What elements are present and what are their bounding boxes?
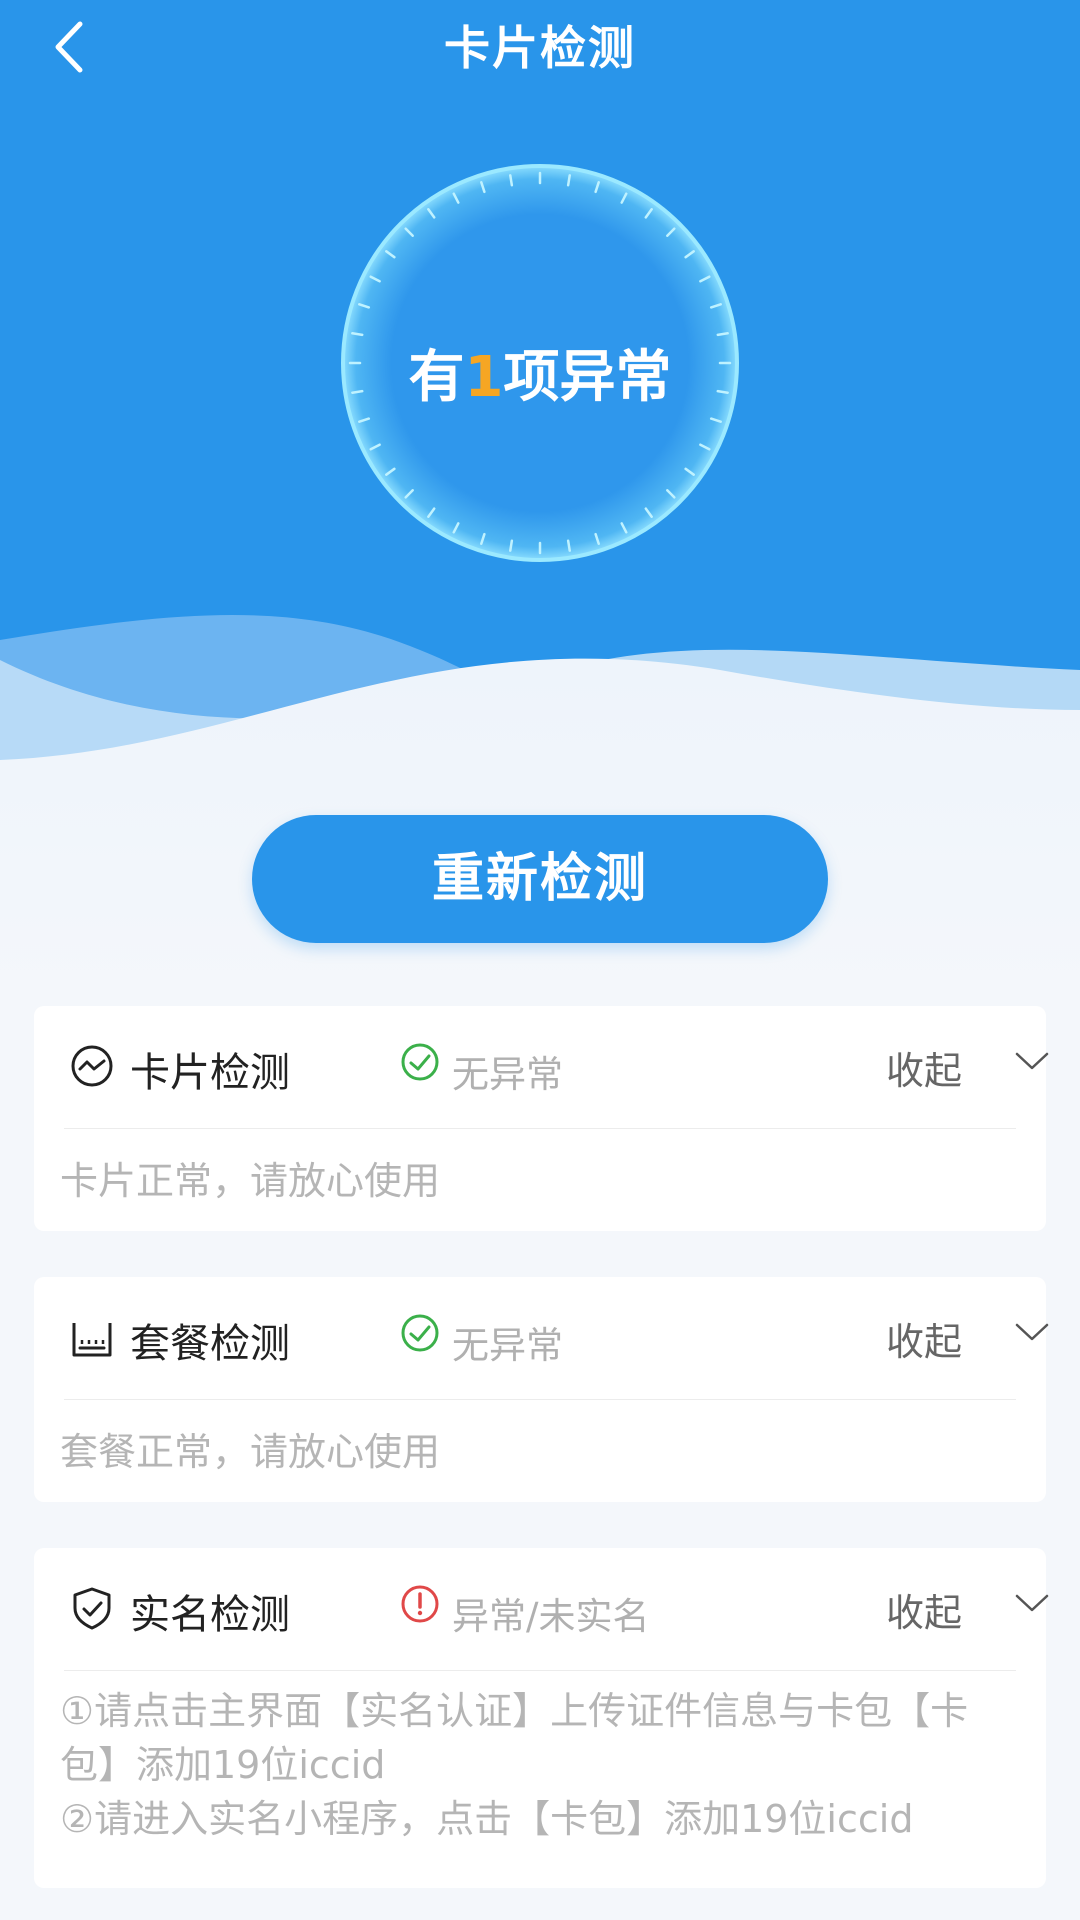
package-icon bbox=[72, 1323, 112, 1357]
card-title: 实名检测 bbox=[130, 1592, 290, 1638]
description-line: ②请进入实名小程序，点击【卡包】添加19位iccid bbox=[60, 1797, 914, 1841]
card-chip-icon bbox=[71, 1045, 113, 1087]
status-text: 无异常 bbox=[452, 1053, 563, 1096]
package-check-panel: 套餐检测 无异常 收起 套餐正常，请放心使用 bbox=[34, 1277, 1049, 1502]
description-line: ①请点击主界面【实名认证】上传证件信息与卡包【卡 bbox=[60, 1689, 969, 1733]
description-line: 包】添加19位iccid bbox=[60, 1743, 386, 1787]
status-text: 异常/未实名 bbox=[452, 1595, 650, 1638]
card-description: 卡片正常，请放心使用 bbox=[60, 1154, 1030, 1208]
card-description: 套餐正常，请放心使用 bbox=[60, 1425, 1030, 1479]
summary-prefix: 有 bbox=[408, 345, 465, 410]
collapse-label: 收起 bbox=[886, 1320, 963, 1364]
anomaly-count: 1 bbox=[464, 345, 504, 410]
page-title: 卡片检测 bbox=[444, 21, 636, 75]
collapse-toggle[interactable]: 收起 bbox=[886, 1036, 1049, 1096]
shield-check-icon bbox=[73, 1587, 111, 1630]
top-nav-bar: 卡片检测 bbox=[0, 0, 1080, 90]
card-divider bbox=[64, 1399, 1016, 1400]
card-divider bbox=[64, 1670, 1016, 1671]
card-divider bbox=[64, 1128, 1016, 1129]
status-text: 无异常 bbox=[452, 1324, 563, 1367]
status-dial: 有1项异常 bbox=[339, 162, 741, 564]
card-header: 卡片检测 无异常 收起 bbox=[34, 1006, 1049, 1126]
card-header: 套餐检测 无异常 收起 bbox=[34, 1277, 1049, 1397]
check-circle-icon bbox=[401, 1043, 439, 1081]
collapse-toggle[interactable]: 收起 bbox=[886, 1307, 1049, 1367]
check-circle-icon bbox=[401, 1314, 439, 1352]
real-name-check-panel: 实名检测 异常/未实名 收起 ①请点击主界面【实名认证】上传证件信息与卡包【卡 … bbox=[34, 1548, 1049, 1888]
card-title: 套餐检测 bbox=[130, 1321, 290, 1367]
chevron-down-icon bbox=[1015, 1052, 1049, 1070]
summary-suffix: 项异常 bbox=[503, 345, 672, 410]
chevron-down-icon bbox=[1015, 1323, 1049, 1341]
collapse-label: 收起 bbox=[886, 1049, 963, 1093]
dial-tick bbox=[509, 174, 514, 187]
dial-tick bbox=[509, 539, 514, 552]
card-title: 卡片检测 bbox=[130, 1050, 290, 1096]
dial-tick bbox=[566, 174, 571, 187]
description-line: 卡片正常，请放心使用 bbox=[60, 1159, 441, 1203]
chevron-down-icon bbox=[1015, 1594, 1049, 1612]
collapse-label: 收起 bbox=[886, 1591, 963, 1635]
dial-tick bbox=[566, 539, 571, 552]
card-header: 实名检测 异常/未实名 收起 bbox=[34, 1548, 1049, 1668]
rescan-button[interactable]: 重新检测 bbox=[252, 815, 828, 943]
description-line: 套餐正常，请放心使用 bbox=[60, 1430, 441, 1474]
collapse-toggle[interactable]: 收起 bbox=[886, 1578, 1049, 1638]
anomaly-summary: 有1项异常 bbox=[339, 332, 741, 413]
card-description: ①请点击主界面【实名认证】上传证件信息与卡包【卡 包】添加19位iccid ②请… bbox=[60, 1684, 1030, 1846]
warning-circle-icon bbox=[401, 1585, 439, 1623]
card-check-panel: 卡片检测 无异常 收起 卡片正常，请放心使用 bbox=[34, 1006, 1049, 1231]
